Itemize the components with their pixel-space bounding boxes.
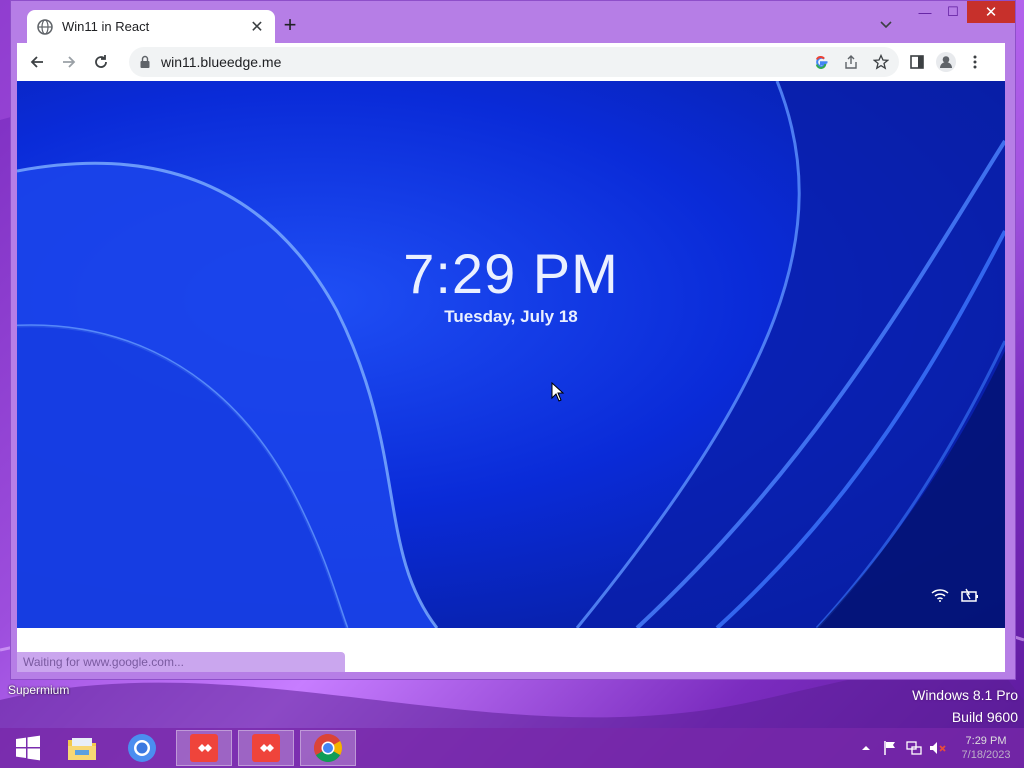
windows-watermark: Windows 8.1 Pro Build 9600 (912, 684, 1018, 728)
star-icon[interactable] (873, 54, 889, 70)
chrome-icon (314, 734, 342, 762)
wifi-icon (931, 589, 949, 602)
maximize-button[interactable]: ☐ (939, 1, 967, 23)
lockscreen[interactable]: 7:29 PM Tuesday, July 18 (17, 81, 1005, 628)
window-controls: — ☐ ✕ (911, 1, 1015, 25)
lockscreen-time: 7:29 PM (403, 242, 619, 305)
action-center-button[interactable] (880, 738, 900, 758)
close-window-button[interactable]: ✕ (967, 1, 1015, 23)
system-tray: 7:29 PM 7/18/2023 (854, 728, 1024, 768)
url-text: win11.blueedge.me (161, 54, 282, 70)
folder-icon (68, 738, 96, 760)
browser-window: Win11 in React ✕ + — ☐ ✕ win11.blueedge.… (10, 0, 1016, 680)
lockscreen-wallpaper (17, 81, 1005, 628)
tab-win11-react[interactable]: Win11 in React ✕ (27, 10, 275, 43)
tab-title: Win11 in React (62, 19, 150, 34)
start-button[interactable] (0, 730, 56, 766)
network-button[interactable] (904, 738, 924, 758)
mouse-cursor-icon (551, 382, 565, 402)
toolbar-right-icons (909, 47, 983, 77)
flag-icon (884, 741, 895, 755)
anydesk-taskbar-2[interactable] (238, 730, 294, 766)
reload-icon (95, 55, 107, 68)
share-icon[interactable] (843, 54, 859, 70)
anydesk-taskbar-1[interactable] (176, 730, 232, 766)
anydesk-icon (252, 734, 280, 762)
chromium-taskbar[interactable] (114, 730, 170, 766)
address-bar[interactable]: win11.blueedge.me (129, 47, 899, 77)
chevron-up-icon (862, 746, 870, 750)
google-icon[interactable] (813, 54, 829, 70)
chromium-icon (128, 734, 156, 762)
watermark-edition: Windows 8.1 Pro (912, 687, 1018, 703)
lockscreen-date: Tuesday, July 18 (444, 307, 578, 326)
windows-logo-icon (16, 735, 40, 761)
more-menu-icon[interactable] (967, 54, 983, 70)
anydesk-icon (190, 734, 218, 762)
taskbar: 7:29 PM 7/18/2023 (0, 728, 1024, 768)
minimize-button[interactable]: — (911, 1, 939, 23)
watermark-build: Build 9600 (951, 709, 1018, 725)
new-tab-button[interactable]: + (279, 14, 301, 36)
lock-icon (140, 55, 150, 68)
desktop-icon-label[interactable]: Supermium (8, 683, 69, 697)
reload-button[interactable] (85, 46, 117, 78)
status-bubble: Waiting for www.google.com... (17, 652, 345, 672)
back-arrow-icon (30, 56, 43, 68)
browser-toolbar: win11.blueedge.me (17, 43, 1005, 81)
tab-close-icon[interactable]: ✕ (249, 17, 265, 37)
lockscreen-status-icons (931, 588, 979, 602)
taskbar-clock[interactable]: 7:29 PM 7/18/2023 (956, 734, 1016, 762)
chrome-taskbar[interactable] (300, 730, 356, 766)
forward-arrow-icon (63, 56, 76, 68)
volume-button[interactable] (928, 738, 948, 758)
tab-strip: Win11 in React ✕ + — ☐ ✕ (11, 1, 1015, 43)
volume-muted-icon (930, 742, 946, 754)
file-explorer-taskbar[interactable] (54, 730, 110, 766)
globe-icon (37, 18, 53, 35)
forward-button[interactable] (53, 46, 85, 78)
show-hidden-icons-button[interactable] (856, 738, 876, 758)
network-icon (906, 741, 922, 755)
battery-charging-icon (961, 588, 978, 602)
chevron-down-icon[interactable] (877, 15, 895, 33)
profile-avatar-icon[interactable] (935, 51, 957, 73)
side-panel-icon[interactable] (909, 54, 925, 70)
clock-date: 7/18/2023 (961, 749, 1011, 761)
back-button[interactable] (21, 46, 53, 78)
clock-time: 7:29 PM (965, 735, 1007, 747)
